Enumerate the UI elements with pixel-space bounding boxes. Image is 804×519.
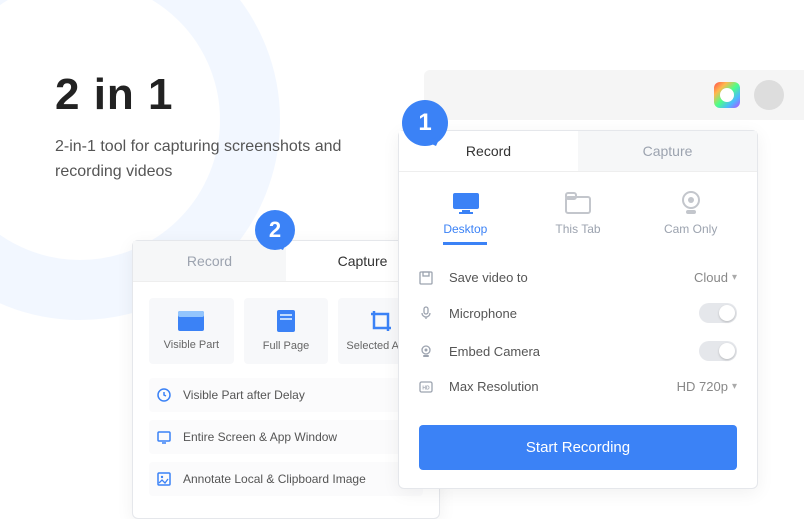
item-label: Visible Part after Delay <box>183 388 305 402</box>
item-label: Entire Screen & App Window <box>183 430 337 444</box>
mode-label: Desktop <box>443 222 487 245</box>
hero-subtitle: 2-in-1 tool for capturing screenshots an… <box>55 135 355 185</box>
setting-microphone: Microphone <box>419 294 737 332</box>
tab-record[interactable]: Record <box>133 241 286 282</box>
badge-two: 2 <box>255 210 295 250</box>
tile-label: Visible Part <box>164 339 219 351</box>
setting-value: HD 720p <box>677 379 728 394</box>
save-icon <box>419 271 439 285</box>
screen-icon <box>157 430 173 444</box>
tile-full-page[interactable]: Full Page <box>244 298 329 364</box>
crop-icon <box>370 310 392 332</box>
capture-panel: Record Capture Visible Part Full Page Se… <box>132 240 440 519</box>
extension-icon[interactable] <box>714 82 740 108</box>
setting-max-resolution[interactable]: HD Max Resolution HD 720p ▾ <box>419 370 737 403</box>
hd-icon: HD <box>419 380 439 394</box>
tab-capture[interactable]: Capture <box>578 131 757 172</box>
clock-icon <box>157 388 173 402</box>
mode-cam-only[interactable]: Cam Only <box>651 192 731 245</box>
mode-this-tab[interactable]: This Tab <box>538 192 618 245</box>
setting-label: Microphone <box>449 306 699 321</box>
microphone-toggle[interactable] <box>699 303 737 323</box>
full-page-icon <box>275 310 297 332</box>
image-icon <box>157 472 173 486</box>
item-annotate[interactable]: Annotate Local & Clipboard Image <box>149 462 423 496</box>
setting-label: Max Resolution <box>449 379 677 394</box>
badge-one: 1 <box>402 100 448 146</box>
item-entire-screen[interactable]: Entire Screen & App Window <box>149 420 423 454</box>
setting-value: Cloud <box>694 270 728 285</box>
start-recording-button[interactable]: Start Recording <box>419 425 737 470</box>
embed-camera-icon <box>419 344 439 358</box>
setting-label: Save video to <box>449 270 694 285</box>
tile-visible-part[interactable]: Visible Part <box>149 298 234 364</box>
visible-part-icon <box>178 311 204 331</box>
mode-label: Cam Only <box>664 222 717 236</box>
avatar-icon[interactable] <box>754 80 784 110</box>
desktop-icon <box>451 192 479 214</box>
camera-toggle[interactable] <box>699 341 737 361</box>
mode-desktop[interactable]: Desktop <box>425 192 505 245</box>
mode-label: This Tab <box>555 222 600 236</box>
record-panel: Record Capture Desktop This Tab Cam Only <box>398 130 758 489</box>
browser-toolbar <box>424 70 804 120</box>
item-visible-delay[interactable]: Visible Part after Delay <box>149 378 423 412</box>
setting-label: Embed Camera <box>449 344 699 359</box>
tab-icon <box>564 192 592 214</box>
camera-icon <box>677 192 705 214</box>
item-label: Annotate Local & Clipboard Image <box>183 472 366 486</box>
chevron-down-icon: ▾ <box>732 272 737 283</box>
svg-text:HD: HD <box>422 385 430 391</box>
chevron-down-icon: ▾ <box>732 381 737 392</box>
tile-label: Full Page <box>263 340 309 352</box>
microphone-icon <box>419 306 439 320</box>
setting-embed-camera: Embed Camera <box>419 332 737 370</box>
setting-save-to[interactable]: Save video to Cloud ▾ <box>419 261 737 294</box>
hero-title: 2 in 1 <box>55 70 174 120</box>
record-tabs: Record Capture <box>399 131 757 172</box>
